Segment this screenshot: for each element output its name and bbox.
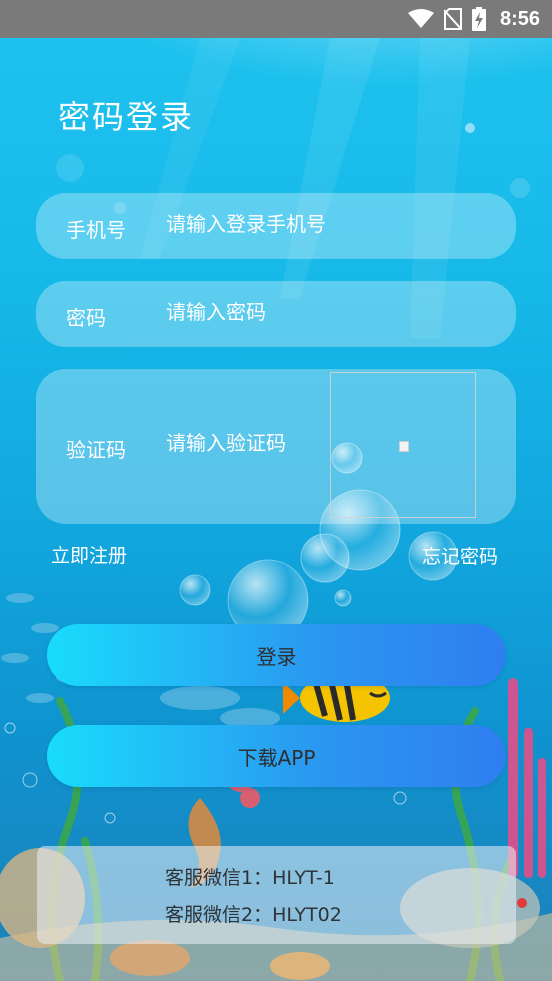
service-wechat-1: 客服微信1：HLYT-1 (165, 867, 335, 889)
password-input[interactable] (166, 300, 346, 324)
no-sim-icon (443, 8, 462, 30)
page-title: 密码登录 (58, 98, 195, 136)
captcha-label: 验证码 (66, 438, 126, 462)
forgot-password-link[interactable]: 忘记密码 (422, 542, 498, 569)
battery-charging-icon (471, 7, 486, 31)
broken-image-icon (399, 441, 409, 452)
phone-label: 手机号 (66, 218, 126, 242)
login-button[interactable]: 登录 (47, 624, 506, 686)
wifi-icon (407, 9, 434, 28)
status-icons: 8:56 (407, 0, 540, 38)
status-time: 8:56 (499, 7, 540, 30)
download-app-button[interactable]: 下载APP (47, 725, 506, 787)
phone-input[interactable] (166, 212, 406, 236)
captcha-input[interactable] (166, 431, 346, 455)
customer-service-box: 客服微信1：HLYT-1 客服微信2：HLYT02 (37, 846, 516, 944)
captcha-image[interactable] (330, 372, 476, 518)
register-link[interactable]: 立即注册 (51, 541, 127, 568)
service-wechat-2: 客服微信2：HLYT02 (165, 904, 342, 926)
captcha-field[interactable]: 验证码 (36, 369, 516, 524)
phone-field[interactable]: 手机号 (36, 193, 516, 259)
password-label: 密码 (66, 306, 106, 330)
login-screen: 8:56 密码登录 手机号 密码 验证码 立即注册 忘记密码 登录 下载APP … (0, 0, 552, 981)
status-bar: 8:56 (0, 0, 552, 38)
password-field[interactable]: 密码 (36, 281, 516, 347)
